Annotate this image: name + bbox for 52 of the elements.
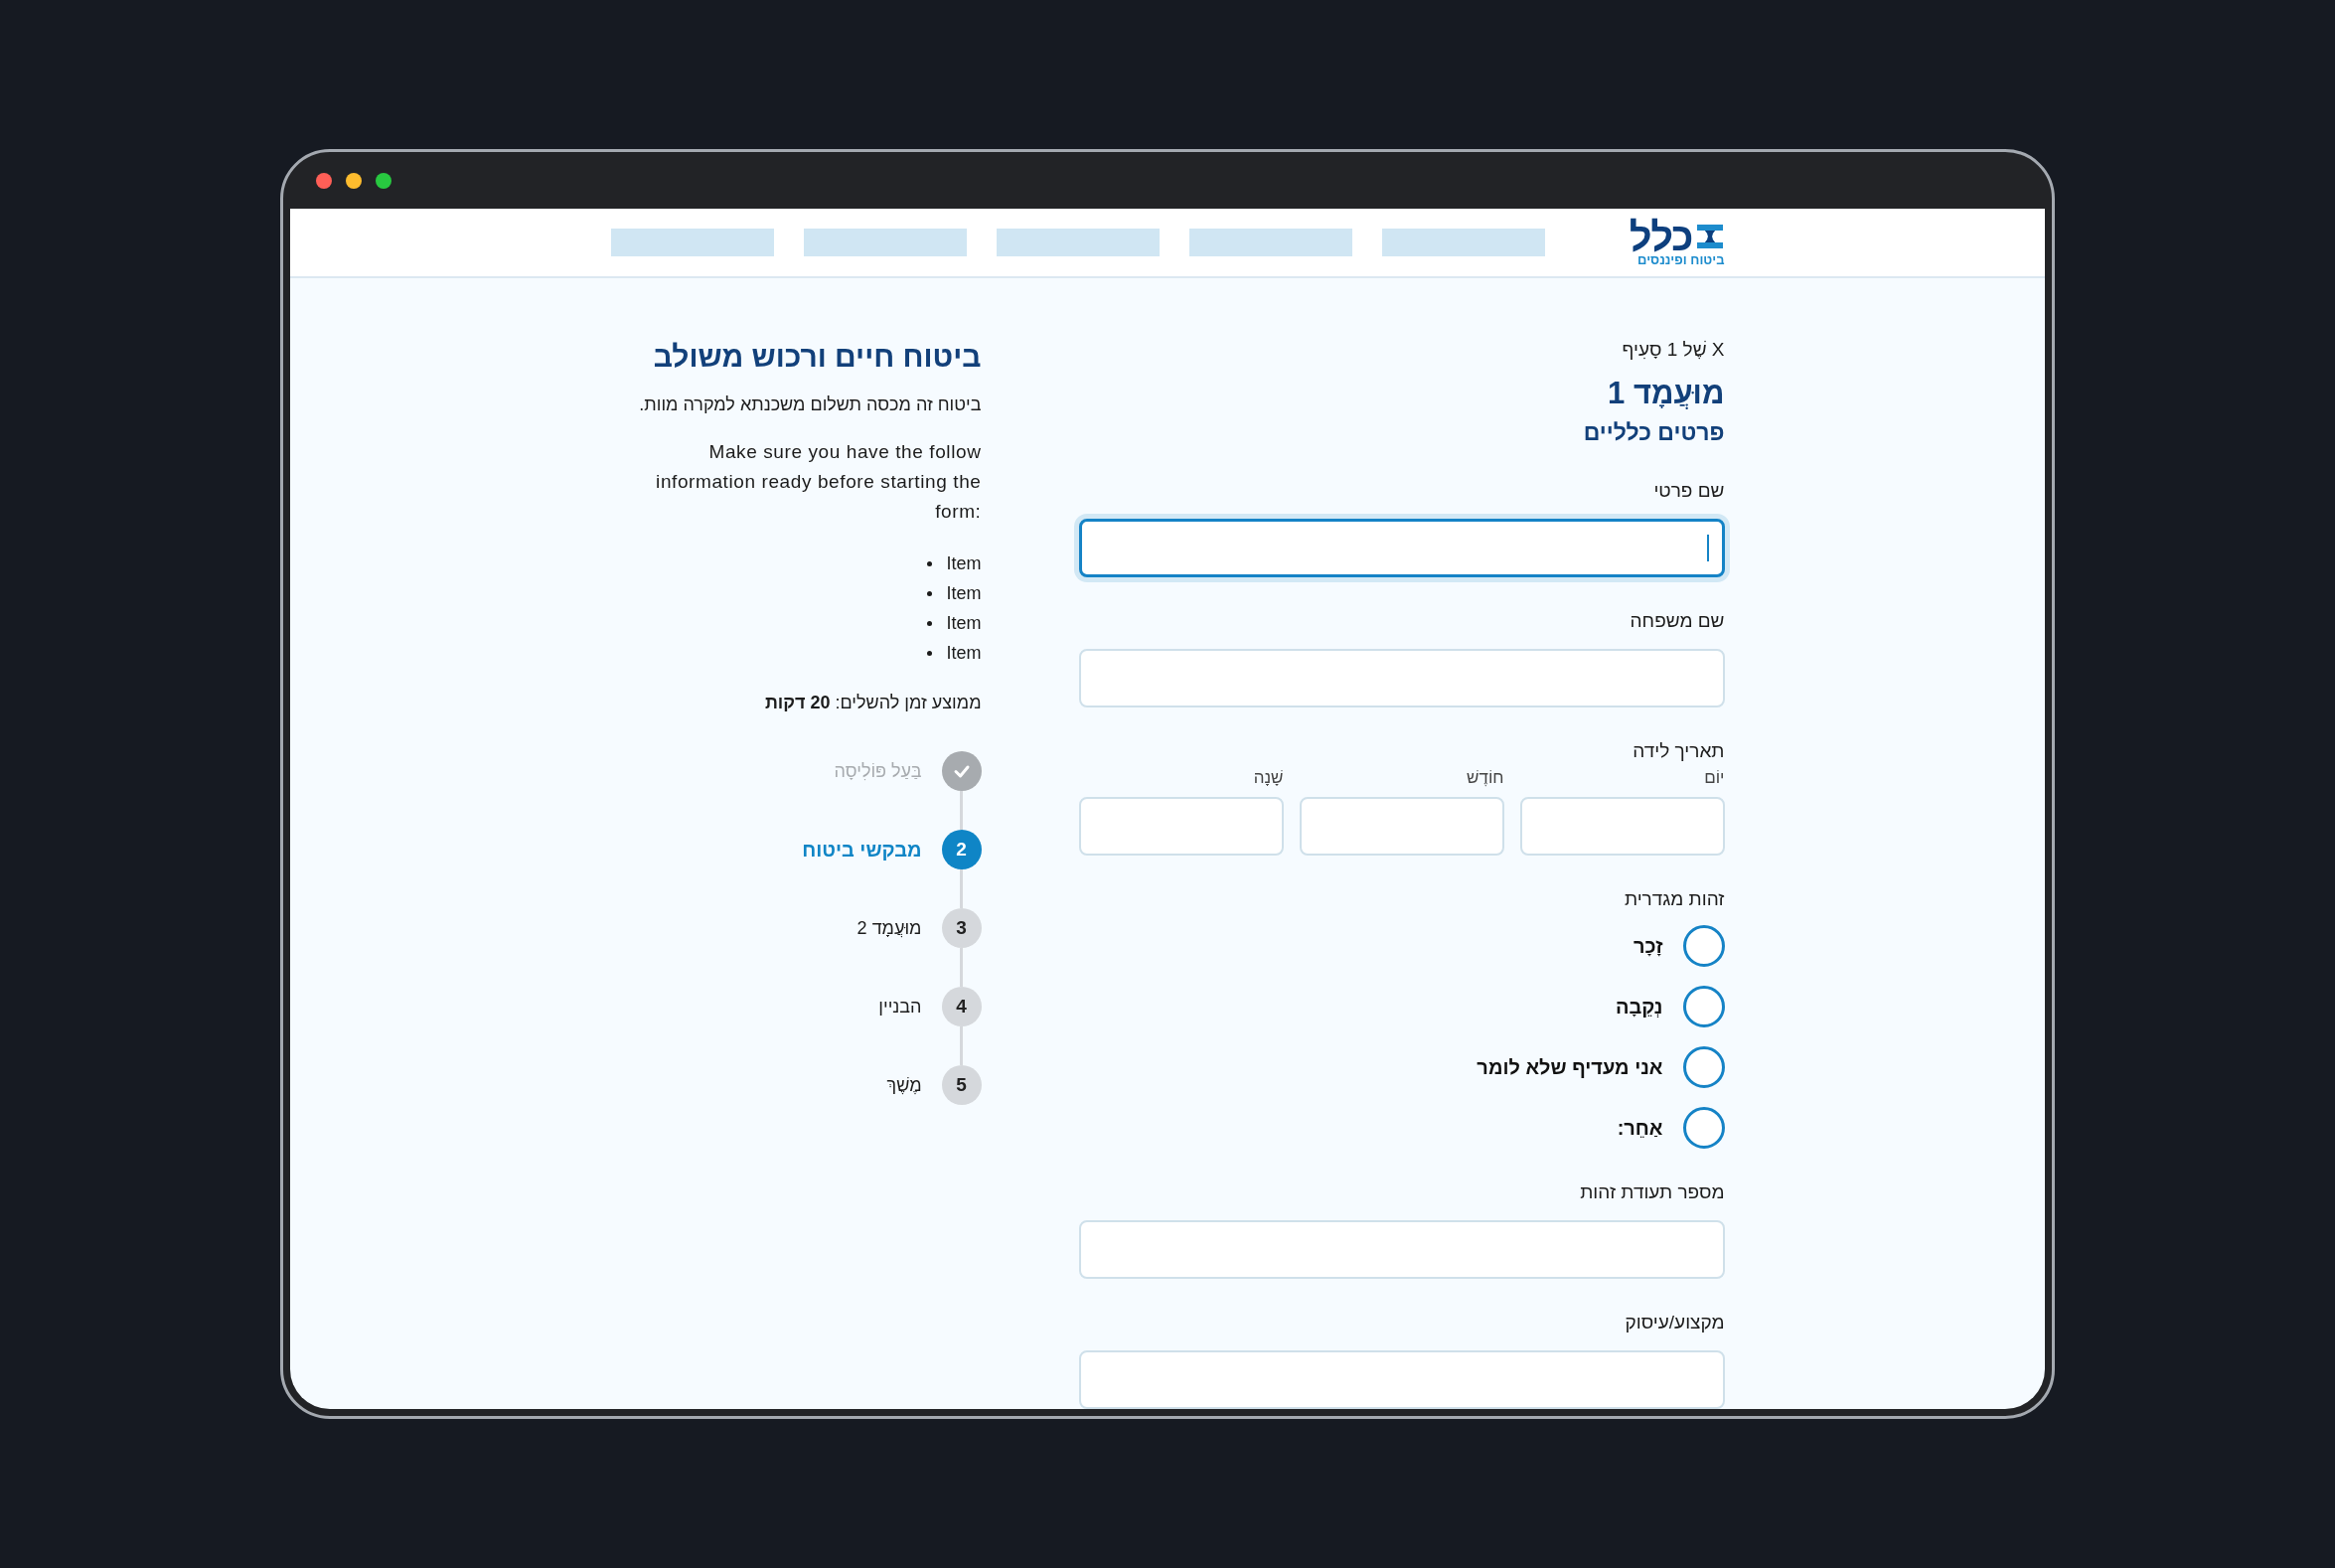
field-label: שם משפחה xyxy=(1629,609,1725,633)
date-part-label: חוֹדֶשׁ xyxy=(1466,767,1504,789)
form-title: מוּעֲמָד 1 xyxy=(1607,376,1725,411)
form-subtitle: פרטים כלליים xyxy=(1582,418,1725,447)
logo-tagline: ביטוח ופיננסים xyxy=(1637,252,1725,266)
nav-placeholder[interactable] xyxy=(1188,229,1352,256)
field-label: מספר תעודת זהות xyxy=(1579,1180,1725,1204)
window-button-icon[interactable] xyxy=(346,172,362,189)
list-item: Item xyxy=(946,552,982,575)
field-label: שם פרטי xyxy=(1652,479,1725,503)
field-label: זהות מגדרית xyxy=(1623,887,1725,911)
list-item: Item xyxy=(946,582,982,605)
step-number: 5 xyxy=(941,1065,982,1105)
step-number: 4 xyxy=(941,987,982,1026)
step-number: 2 xyxy=(941,830,982,869)
bullet-icon xyxy=(927,620,933,626)
instructions-text: Make sure you have the follow information ready before starting the form: xyxy=(655,440,982,524)
bullet-icon xyxy=(927,560,933,566)
list-item: Item xyxy=(946,612,982,635)
field-label: מקצוע/עיסוק xyxy=(1624,1311,1725,1334)
input-field[interactable] xyxy=(1078,519,1725,577)
field-label: תאריך לידה xyxy=(1632,739,1725,763)
radio-label[interactable]: נְקֵבָה xyxy=(1615,995,1663,1019)
logo-text: כלל xyxy=(1629,219,1693,253)
radio-button[interactable] xyxy=(1682,1046,1725,1088)
intro-title: ביטוח חיים ורכוש משולב xyxy=(652,339,982,375)
step-label[interactable]: מוּעֲמָד 2 xyxy=(856,917,922,939)
nav-placeholder[interactable] xyxy=(803,229,967,256)
average-time-text: ממוצע זמן להשלים: 20 דקות xyxy=(763,692,982,714)
step-label[interactable]: מֶשֶׁךְ xyxy=(886,1074,922,1096)
bullet-icon xyxy=(927,650,933,656)
step-number: 3 xyxy=(941,908,982,948)
window-button-icon[interactable] xyxy=(316,172,332,189)
nav-placeholder[interactable] xyxy=(610,229,774,256)
radio-button[interactable] xyxy=(1682,986,1725,1027)
radio-label[interactable]: אַחֵר: xyxy=(1617,1116,1663,1140)
radio-label[interactable]: אני מעדיף שלא לומר xyxy=(1477,1055,1663,1079)
nav-placeholder[interactable] xyxy=(996,229,1160,256)
radio-label[interactable]: זָכָר xyxy=(1634,934,1663,958)
window-button-icon[interactable] xyxy=(376,172,391,189)
list-item: Item xyxy=(946,642,982,665)
bullet-icon xyxy=(927,590,933,596)
radio-button[interactable] xyxy=(1682,925,1725,967)
intro-description: ביטוח זה מכסה תשלום משכנתא למקרה מוות. xyxy=(638,393,982,416)
text-cursor-icon xyxy=(1706,535,1709,561)
section-counter: X שֶׁל 1 סָעִיף xyxy=(1621,338,1725,362)
nav-placeholder[interactable] xyxy=(1381,229,1545,256)
date-part-label: שָׁנָה xyxy=(1252,767,1284,789)
step-label[interactable]: מבקשי ביטוח xyxy=(802,838,922,862)
step-label[interactable]: הבניין xyxy=(878,996,922,1018)
date-part-label: יוֹם xyxy=(1703,767,1725,789)
radio-button[interactable] xyxy=(1682,1107,1725,1149)
